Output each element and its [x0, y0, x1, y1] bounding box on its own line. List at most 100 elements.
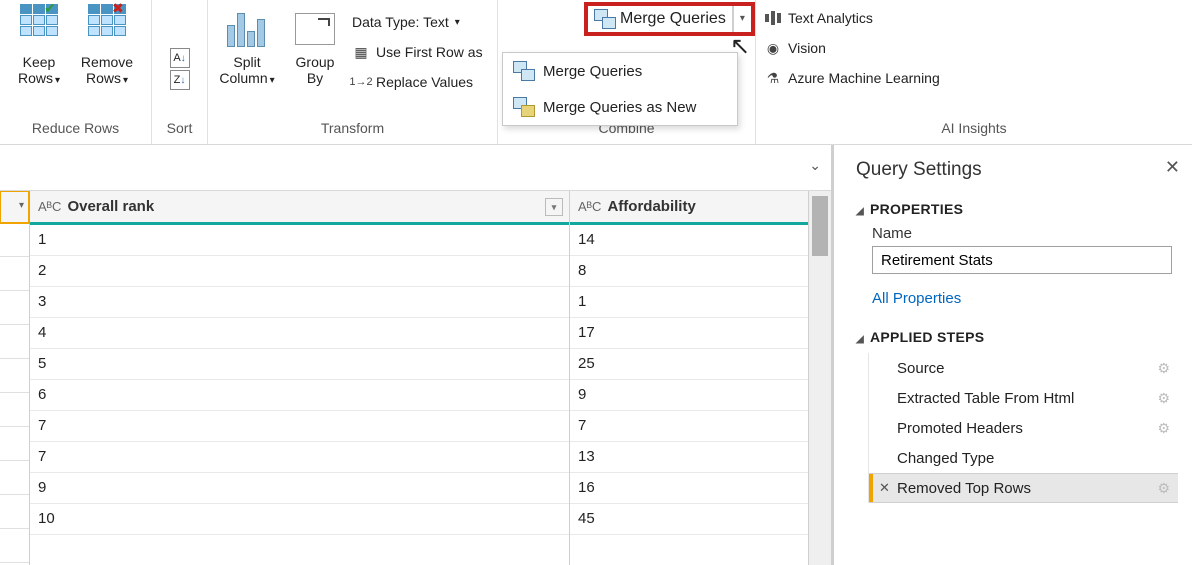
data-cell[interactable]: 9 — [30, 473, 569, 504]
data-cell[interactable]: 45 — [570, 504, 808, 535]
column-header[interactable]: AᴮC Overall rank ▾ — [30, 191, 569, 225]
data-cell[interactable]: 8 — [570, 256, 808, 287]
text-analytics-icon — [764, 9, 782, 27]
row-header[interactable] — [0, 495, 29, 529]
step-promoted-headers[interactable]: Promoted Headers⚙ — [869, 413, 1178, 443]
step-changed-type[interactable]: Changed Type — [869, 443, 1178, 473]
close-icon[interactable]: ✕ — [1165, 157, 1180, 178]
data-cell[interactable]: 14 — [570, 225, 808, 256]
data-cell[interactable]: 2 — [30, 256, 569, 287]
all-properties-link[interactable]: All Properties — [872, 290, 1178, 307]
group-ai-insights: Text Analytics ◉ Vision ⚗ Azure Machine … — [756, 0, 1192, 144]
group-by-icon — [294, 8, 336, 50]
row-header[interactable] — [0, 393, 29, 427]
gear-icon[interactable]: ⚙ — [1157, 390, 1170, 407]
flask-icon: ⚗ — [764, 69, 782, 87]
filter-icon[interactable]: ▾ — [545, 198, 563, 216]
data-preview-pane: ⌄ AᴮC Overall rank — [0, 145, 831, 565]
row-header[interactable] — [0, 325, 29, 359]
data-cell[interactable]: 10 — [30, 504, 569, 535]
applied-steps-list: Source⚙ Extracted Table From Html⚙ Promo… — [868, 353, 1178, 503]
select-all-cell[interactable] — [0, 191, 30, 224]
sort-asc-button[interactable]: A↓ — [170, 48, 190, 68]
main-area: ⌄ AᴮC Overall rank — [0, 145, 1192, 565]
sort-desc-button[interactable]: Z↓ — [170, 70, 190, 90]
merge-queries-menu: Merge Queries Merge Queries as New — [502, 52, 738, 126]
column-header[interactable]: AᴮC Affordability — [570, 191, 808, 225]
data-cell[interactable]: 7 — [30, 442, 569, 473]
vision-icon: ◉ — [764, 39, 782, 57]
query-name-input[interactable] — [872, 246, 1172, 274]
text-analytics-button[interactable]: Text Analytics — [764, 6, 940, 30]
gear-icon[interactable]: ⚙ — [1157, 420, 1170, 437]
remove-rows-button[interactable]: ✖ Remove Rows — [76, 6, 138, 91]
group-label-ai: AI Insights — [756, 118, 1192, 144]
row-header[interactable] — [0, 461, 29, 495]
formula-bar[interactable]: ⌄ — [0, 145, 831, 191]
data-cell[interactable]: 3 — [30, 287, 569, 318]
step-removed-top-rows[interactable]: ✕Removed Top Rows⚙ — [869, 473, 1178, 503]
data-cell[interactable]: 4 — [30, 318, 569, 349]
gear-icon[interactable]: ⚙ — [1157, 360, 1170, 377]
data-cell[interactable]: 13 — [570, 442, 808, 473]
remove-rows-icon: ✖ — [86, 8, 128, 50]
column-affordability: AᴮC Affordability 14 8 1 17 25 9 7 13 16… — [570, 191, 809, 565]
merge-icon — [594, 9, 616, 29]
merge-queries-splitbutton[interactable]: Merge Queries ▾ — [584, 2, 755, 36]
group-sort: A↓ Z↓ Sort — [152, 0, 208, 144]
keep-rows-icon: ✔ — [18, 8, 60, 50]
data-cell[interactable]: 9 — [570, 380, 808, 411]
vertical-scrollbar[interactable] — [809, 191, 831, 565]
query-settings-pane: ✕ Query Settings PROPERTIES Name All Pro… — [834, 145, 1192, 565]
row-header[interactable] — [0, 257, 29, 291]
data-cell[interactable]: 1 — [30, 225, 569, 256]
data-grid: AᴮC Overall rank ▾ 1 2 3 4 5 6 7 7 9 10 — [0, 191, 831, 565]
group-label-sort: Sort — [152, 118, 207, 144]
split-column-button[interactable]: Split Column — [216, 6, 278, 91]
data-cell[interactable]: 1 — [570, 287, 808, 318]
name-label: Name — [872, 225, 1178, 242]
merge-new-icon — [513, 97, 535, 117]
data-cell[interactable]: 6 — [30, 380, 569, 411]
use-first-row-button[interactable]: ▦ Use First Row as — [352, 40, 483, 64]
data-cell[interactable]: 17 — [570, 318, 808, 349]
gear-icon[interactable]: ⚙ — [1157, 480, 1170, 497]
row-header[interactable] — [0, 291, 29, 325]
azure-ml-button[interactable]: ⚗ Azure Machine Learning — [764, 66, 940, 90]
replace-icon: 1→2 — [352, 73, 370, 91]
merge-icon — [513, 61, 535, 81]
merge-queries-as-new-menu-item[interactable]: Merge Queries as New — [503, 89, 737, 125]
step-extracted-table[interactable]: Extracted Table From Html⚙ — [869, 383, 1178, 413]
step-source[interactable]: Source⚙ — [869, 353, 1178, 383]
applied-steps-header[interactable]: APPLIED STEPS — [856, 329, 1178, 345]
pane-title: Query Settings — [856, 159, 1178, 181]
row-header[interactable] — [0, 427, 29, 461]
vision-button[interactable]: ◉ Vision — [764, 36, 940, 60]
row-header[interactable] — [0, 223, 29, 257]
group-label-reduce: Reduce Rows — [0, 118, 151, 144]
merge-queries-menu-item[interactable]: Merge Queries — [503, 53, 737, 89]
delete-step-icon[interactable]: ✕ — [879, 480, 890, 496]
group-transform: Split Column Group By Data Type: Text ▦ … — [208, 0, 498, 144]
data-cell[interactable]: 7 — [30, 411, 569, 442]
column-overall-rank: AᴮC Overall rank ▾ 1 2 3 4 5 6 7 7 9 10 — [30, 191, 570, 565]
data-cell[interactable]: 7 — [570, 411, 808, 442]
data-cell[interactable]: 5 — [30, 349, 569, 380]
row-header-column — [0, 191, 30, 565]
group-reduce-rows: ✔ Keep Rows ✖ Remove Rows Reduce Rows — [0, 0, 152, 144]
data-type-dropdown[interactable]: Data Type: Text — [352, 10, 483, 34]
data-cell[interactable]: 16 — [570, 473, 808, 504]
row-header[interactable] — [0, 529, 29, 563]
properties-header[interactable]: PROPERTIES — [856, 201, 1178, 217]
type-text-icon: AᴮC — [578, 199, 601, 214]
first-row-icon: ▦ — [352, 43, 370, 61]
group-by-button[interactable]: Group By — [284, 6, 346, 88]
keep-rows-button[interactable]: ✔ Keep Rows — [8, 6, 70, 91]
chevron-down-icon[interactable]: ⌄ — [809, 157, 821, 174]
group-label-transform: Transform — [208, 118, 497, 144]
data-cell[interactable]: 25 — [570, 349, 808, 380]
row-header[interactable] — [0, 359, 29, 393]
merge-queries-dropdown-toggle[interactable]: ▾ — [733, 6, 751, 32]
replace-values-button[interactable]: 1→2 Replace Values — [352, 70, 483, 94]
split-column-icon — [226, 8, 268, 50]
